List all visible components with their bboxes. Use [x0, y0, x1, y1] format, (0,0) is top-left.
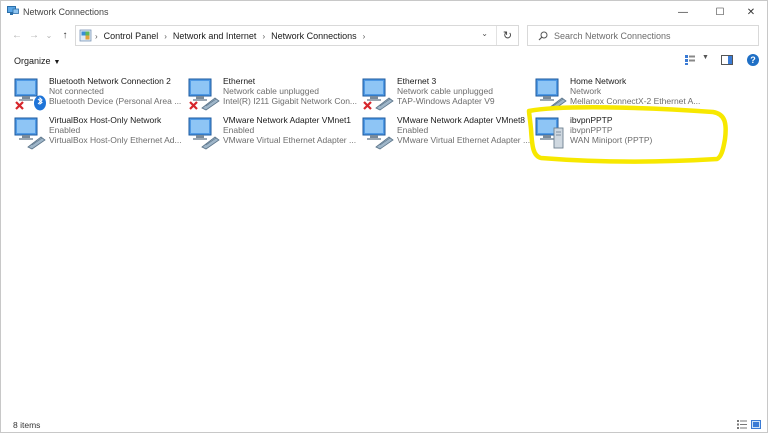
help-icon: ?: [750, 55, 756, 65]
network-adapter-icon: [14, 78, 46, 111]
connection-name: VMware Network Adapter VMnet8: [397, 115, 526, 125]
connection-status: Enabled: [397, 125, 429, 135]
network-adapter-icon: [362, 117, 394, 150]
connection-adapter: VMware Virtual Ethernet Adapter ...: [397, 135, 531, 145]
connection-adapter: TAP-Windows Adapter V9: [397, 96, 495, 106]
maximize-button[interactable]: ☐: [703, 1, 737, 23]
breadcrumb-separator-icon[interactable]: ›: [363, 32, 366, 41]
status-bar: 8 items: [1, 418, 767, 432]
connection-status: Enabled: [223, 125, 255, 135]
connection-adapter: VMware Virtual Ethernet Adapter ...: [223, 135, 357, 145]
preview-pane-icon[interactable]: [721, 54, 733, 66]
breadcrumb-control-panel[interactable]: Control Panel: [104, 31, 159, 41]
address-bar[interactable]: › Control Panel › Network and Internet ›…: [75, 25, 519, 46]
connection-item-bluetooth[interactable]: Bluetooth Network Connection 2 Not conne…: [13, 76, 181, 116]
connection-name: VirtualBox Host-Only Network: [49, 115, 162, 125]
connection-status: Network cable unplugged: [397, 86, 493, 96]
organize-menu-button[interactable]: Organize ▼: [14, 56, 60, 66]
breadcrumb: › Control Panel › Network and Internet ›…: [93, 31, 371, 41]
close-button[interactable]: ✕: [734, 1, 768, 23]
network-adapter-icon: [188, 78, 220, 111]
control-panel-icon: [79, 29, 92, 42]
connection-name: ibvpnPPTP: [570, 115, 613, 125]
connection-status: Enabled: [49, 125, 81, 135]
vpn-connection-icon: [535, 117, 564, 149]
organize-label: Organize: [14, 56, 51, 66]
back-button[interactable]: ←: [10, 28, 24, 42]
connection-name: Home Network: [570, 76, 627, 86]
network-adapter-icon: [14, 117, 46, 150]
change-view-button[interactable]: ▼: [684, 54, 712, 68]
address-row: ← → ⌄ ↑ › Control Panel › Network and In…: [1, 23, 767, 49]
connection-item-ethernet[interactable]: Ethernet Network cable unplugged Intel(R…: [187, 76, 357, 116]
connection-name: Bluetooth Network Connection 2: [49, 76, 171, 86]
connection-item-home-network[interactable]: Home Network Network Mellanox ConnectX-2…: [534, 76, 702, 116]
search-input[interactable]: [554, 29, 754, 43]
connections-view: Bluetooth Network Connection 2 Not conne…: [1, 71, 767, 411]
connection-adapter: Mellanox ConnectX-2 Ethernet A...: [570, 96, 701, 106]
title-bar: Network Connections — ☐ ✕: [1, 1, 767, 23]
address-history-chevron-icon[interactable]: ⌄: [481, 29, 488, 38]
window-title: Network Connections: [23, 7, 109, 17]
breadcrumb-separator-icon[interactable]: ›: [262, 32, 265, 41]
organize-dropdown-icon: ▼: [53, 59, 61, 66]
connection-name: Ethernet 3: [397, 76, 437, 86]
connection-status: Not connected: [49, 86, 104, 96]
command-bar: Organize ▼ ▼ ?: [1, 51, 767, 71]
connection-adapter: Bluetooth Device (Personal Area ...: [49, 96, 182, 106]
up-button[interactable]: ↑: [58, 28, 72, 42]
view-dropdown-icon: ▼: [702, 54, 709, 61]
network-adapter-icon: [188, 117, 220, 150]
connection-item-vmware-vmnet8[interactable]: VMware Network Adapter VMnet8 Enabled VM…: [361, 115, 531, 155]
refresh-button[interactable]: ↻: [496, 26, 518, 45]
connection-item-ethernet-3[interactable]: Ethernet 3 Network cable unplugged TAP-W…: [361, 76, 529, 116]
tiles-view-icon: [685, 55, 695, 65]
recent-locations-chevron-icon[interactable]: ⌄: [42, 28, 56, 42]
connection-name: Ethernet: [223, 76, 256, 86]
connection-status: Network: [570, 86, 602, 96]
connection-status: Network cable unplugged: [223, 86, 319, 96]
breadcrumb-network-connections[interactable]: Network Connections: [271, 31, 357, 41]
forward-button[interactable]: →: [27, 28, 41, 42]
network-adapter-icon: [535, 78, 567, 111]
network-connections-app-icon: [7, 6, 19, 15]
breadcrumb-separator-icon: ›: [95, 31, 98, 41]
details-view-icon[interactable]: [737, 420, 747, 429]
network-connections-window: Network Connections — ☐ ✕ ← → ⌄ ↑ › Cont…: [0, 0, 768, 433]
help-button[interactable]: ?: [747, 54, 759, 66]
refresh-icon: ↻: [502, 30, 513, 42]
breadcrumb-network-and-internet[interactable]: Network and Internet: [173, 31, 257, 41]
search-box[interactable]: [527, 25, 759, 46]
search-icon: [538, 31, 548, 41]
connection-adapter: VirtualBox Host-Only Ethernet Ad...: [49, 135, 182, 145]
connection-name: VMware Network Adapter VMnet1: [223, 115, 352, 125]
large-icons-view-icon[interactable]: [751, 420, 761, 429]
connection-adapter: WAN Miniport (PPTP): [570, 135, 653, 145]
connection-status: ibvpnPPTP: [570, 125, 613, 135]
breadcrumb-separator-icon[interactable]: ›: [164, 32, 167, 41]
connection-item-ibvpnpptp[interactable]: ibvpnPPTP ibvpnPPTP WAN Miniport (PPTP): [534, 115, 702, 155]
minimize-button[interactable]: —: [666, 1, 700, 23]
connection-item-virtualbox-host-only[interactable]: VirtualBox Host-Only Network Enabled Vir…: [13, 115, 182, 155]
connection-adapter: Intel(R) I211 Gigabit Network Con...: [223, 96, 357, 106]
network-adapter-icon: [362, 78, 394, 111]
connection-item-vmware-vmnet1[interactable]: VMware Network Adapter VMnet1 Enabled VM…: [187, 115, 357, 155]
item-count: 8 items: [13, 420, 41, 430]
